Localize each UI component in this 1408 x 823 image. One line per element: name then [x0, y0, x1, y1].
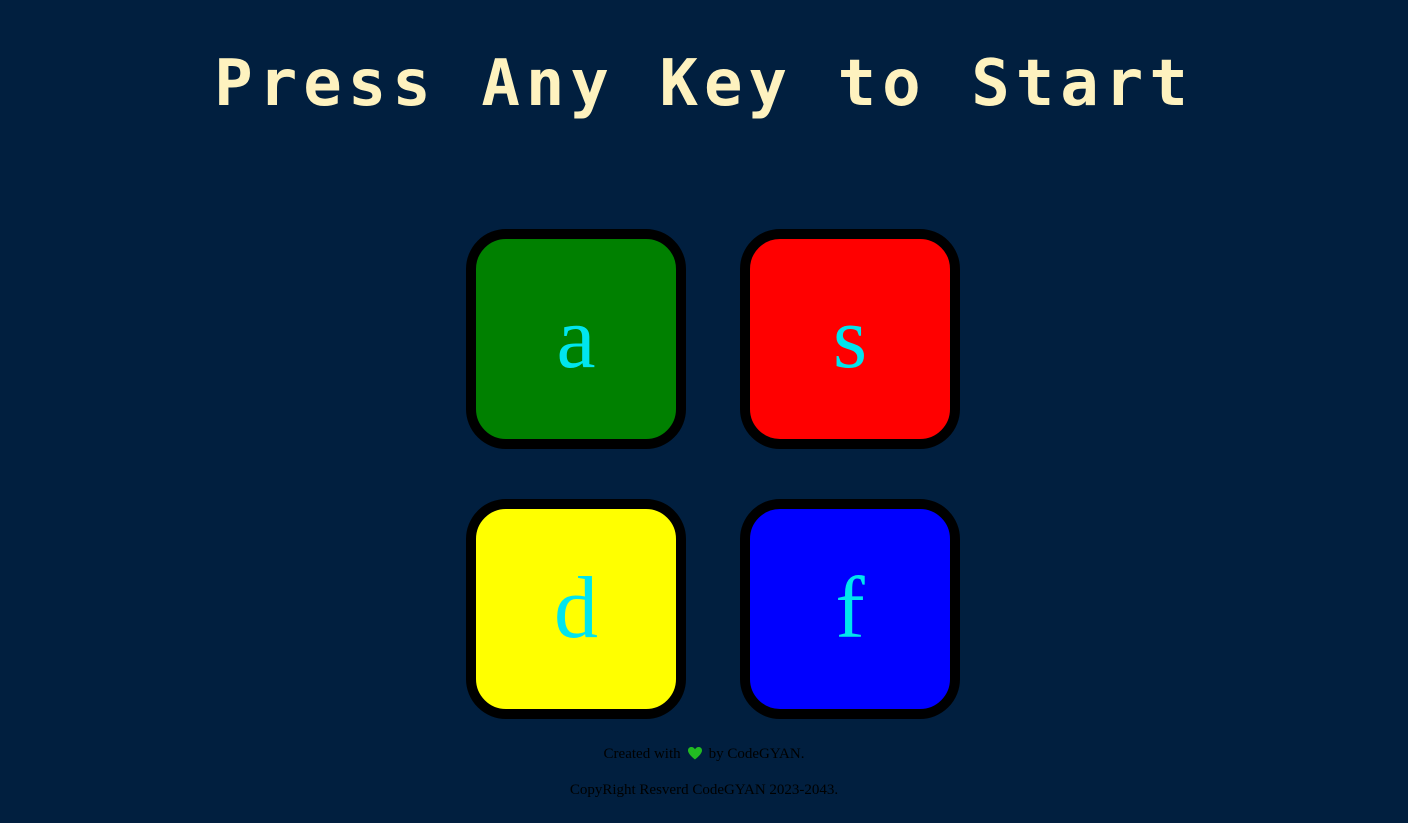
footer-created-prefix: Created with [603, 746, 681, 762]
blue-button[interactable]: f [740, 499, 960, 719]
red-button[interactable]: s [740, 229, 960, 449]
green-heart-icon [687, 746, 703, 765]
footer-copyright: CopyRight Resverd CodeGYAN 2023-2043. [569, 782, 839, 798]
green-button[interactable]: a [466, 229, 686, 449]
yellow-button[interactable]: d [466, 499, 686, 719]
key-label-d: d [554, 560, 598, 657]
key-label-s: s [832, 290, 868, 387]
key-label-f: f [835, 560, 865, 657]
key-label-a: a [556, 290, 596, 387]
level-title: Press Any Key to Start [214, 47, 1194, 121]
footer-created-suffix: by CodeGYAN. [708, 746, 805, 762]
footer-created-line: Created with by CodeGYAN. [0, 746, 1408, 765]
